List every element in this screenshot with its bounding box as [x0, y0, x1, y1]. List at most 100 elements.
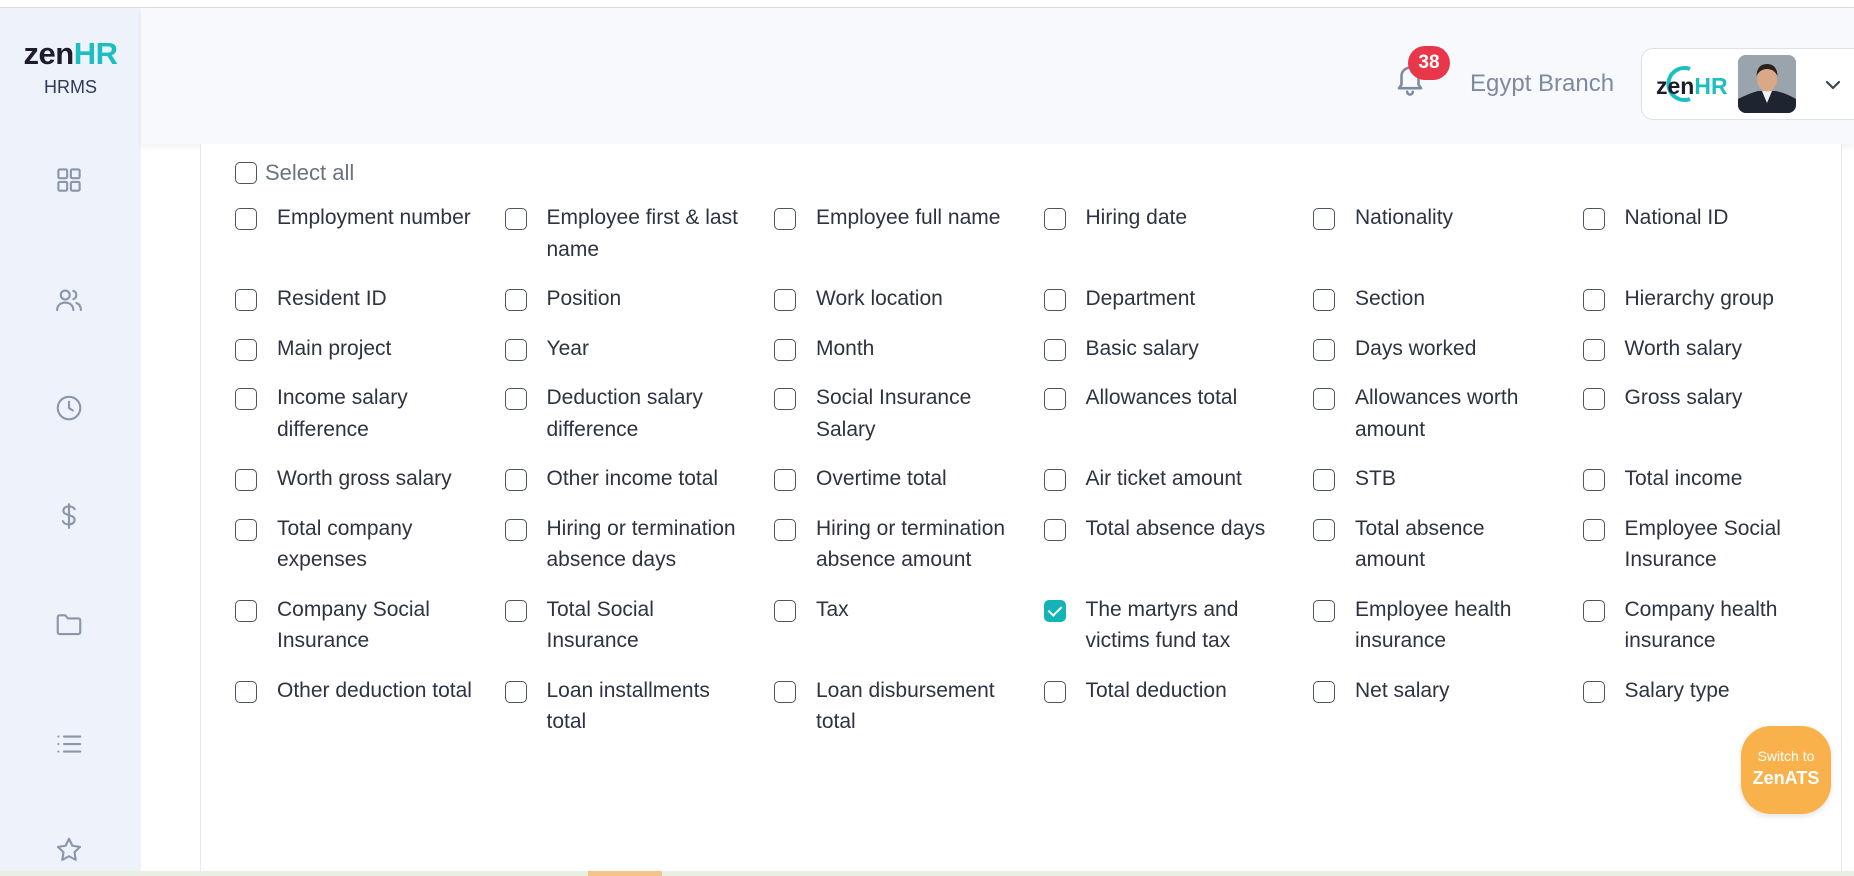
column-checkbox[interactable] — [774, 289, 796, 311]
column-checkbox[interactable] — [774, 388, 796, 410]
column-checkbox[interactable] — [1582, 680, 1605, 703]
column-checkbox[interactable] — [774, 680, 796, 703]
column-checkbox[interactable] — [774, 338, 796, 361]
sidebar-item-payroll[interactable] — [53, 500, 85, 532]
column-checkbox[interactable] — [235, 338, 257, 361]
column-option[interactable]: Section — [1313, 287, 1583, 315]
column-option[interactable]: Employee first & last name — [504, 206, 775, 265]
sidebar-item-reports[interactable] — [53, 728, 85, 760]
column-option[interactable]: Department — [1043, 287, 1314, 315]
select-all-option[interactable]: Select all — [235, 160, 354, 186]
column-checkbox[interactable] — [1582, 289, 1605, 311]
column-option[interactable]: Hiring or termination absence days — [504, 517, 775, 576]
sidebar-item-documents[interactable] — [53, 608, 85, 640]
column-option[interactable]: Days worked — [1313, 337, 1583, 365]
column-checkbox[interactable] — [1313, 680, 1335, 703]
column-option[interactable]: STB — [1313, 467, 1583, 495]
column-checkbox[interactable] — [1582, 388, 1605, 410]
sidebar-item-favorites[interactable] — [53, 834, 85, 866]
column-checkbox[interactable] — [235, 518, 257, 541]
column-option[interactable]: Allowances worth amount — [1313, 386, 1583, 445]
column-option[interactable]: Total Social Insurance — [504, 598, 775, 657]
column-option[interactable]: Total income — [1582, 467, 1853, 495]
column-checkbox[interactable] — [1313, 388, 1335, 410]
select-all-checkbox[interactable] — [235, 162, 257, 184]
column-option[interactable]: Year — [504, 337, 775, 365]
column-checkbox[interactable] — [504, 338, 527, 361]
column-checkbox[interactable] — [504, 518, 527, 541]
column-option[interactable]: Other deduction total — [235, 679, 505, 738]
column-checkbox[interactable] — [1043, 599, 1066, 622]
column-option[interactable]: Allowances total — [1043, 386, 1314, 445]
column-option[interactable]: Total absence days — [1043, 517, 1314, 576]
column-option[interactable]: Employee full name — [774, 206, 1044, 265]
branch-selector[interactable]: Egypt Branch — [1470, 70, 1614, 98]
column-option[interactable]: Company health insurance — [1582, 598, 1853, 657]
column-option[interactable]: Social Insurance Salary — [774, 386, 1044, 445]
app-logo[interactable]: zenHR HRMS — [0, 38, 141, 98]
column-checkbox[interactable] — [1313, 518, 1335, 541]
column-checkbox[interactable] — [235, 680, 257, 703]
column-checkbox[interactable] — [1313, 469, 1335, 491]
column-checkbox[interactable] — [235, 289, 257, 311]
column-option[interactable]: Deduction salary difference — [504, 386, 775, 445]
column-option[interactable]: Worth gross salary — [235, 467, 505, 495]
profile-dropdown-toggle[interactable] — [1823, 75, 1843, 95]
column-option[interactable]: Employment number — [235, 206, 505, 265]
column-option[interactable]: Hiring or termination absence amount — [774, 517, 1044, 576]
column-checkbox[interactable] — [504, 469, 527, 491]
column-checkbox[interactable] — [1313, 599, 1335, 622]
column-checkbox[interactable] — [1043, 469, 1066, 491]
column-option[interactable]: Worth salary — [1582, 337, 1853, 365]
column-option[interactable]: Net salary — [1313, 679, 1583, 738]
column-checkbox[interactable] — [1313, 338, 1335, 361]
column-checkbox[interactable] — [1582, 338, 1605, 361]
column-checkbox[interactable] — [1043, 208, 1066, 230]
column-option[interactable]: Resident ID — [235, 287, 505, 315]
notification-count-badge[interactable]: 38 — [1408, 46, 1450, 80]
column-checkbox[interactable] — [504, 680, 527, 703]
column-option[interactable]: Loan disbursement total — [774, 679, 1044, 738]
column-option[interactable]: Gross salary — [1582, 386, 1853, 445]
column-checkbox[interactable] — [774, 208, 796, 230]
column-checkbox[interactable] — [1582, 599, 1605, 622]
column-checkbox[interactable] — [235, 208, 257, 230]
column-checkbox[interactable] — [235, 469, 257, 491]
switch-to-zenats-button[interactable]: Switch to ZenATS — [1741, 726, 1831, 814]
column-checkbox[interactable] — [1582, 518, 1605, 541]
column-option[interactable]: The martyrs and victims fund tax — [1043, 598, 1314, 657]
column-option[interactable]: Tax — [774, 598, 1044, 657]
sidebar-item-dashboard[interactable] — [53, 164, 85, 196]
column-checkbox[interactable] — [1043, 680, 1066, 703]
column-option[interactable]: Overtime total — [774, 467, 1044, 495]
sidebar-item-attendance[interactable] — [53, 392, 85, 424]
column-checkbox[interactable] — [1043, 338, 1066, 361]
column-option[interactable]: Month — [774, 337, 1044, 365]
column-checkbox[interactable] — [504, 289, 527, 311]
column-option[interactable]: Employee health insurance — [1313, 598, 1583, 657]
column-option[interactable]: Hiring date — [1043, 206, 1314, 265]
column-option[interactable]: Other income total — [504, 467, 775, 495]
column-checkbox[interactable] — [504, 388, 527, 410]
column-checkbox[interactable] — [235, 599, 257, 622]
column-checkbox[interactable] — [1313, 289, 1335, 311]
column-option[interactable]: Basic salary — [1043, 337, 1314, 365]
column-checkbox[interactable] — [774, 518, 796, 541]
column-option[interactable]: Air ticket amount — [1043, 467, 1314, 495]
column-option[interactable]: Company Social Insurance — [235, 598, 505, 657]
column-option[interactable]: Loan installments total — [504, 679, 775, 738]
avatar[interactable] — [1738, 55, 1796, 113]
profile-menu[interactable]: zenHR — [1641, 48, 1854, 120]
column-checkbox[interactable] — [504, 599, 527, 622]
column-checkbox[interactable] — [1582, 208, 1605, 230]
column-option[interactable]: Total deduction — [1043, 679, 1314, 738]
column-option[interactable]: Employee Social Insurance — [1582, 517, 1853, 576]
column-option[interactable]: Total company expenses — [235, 517, 505, 576]
column-option[interactable]: National ID — [1582, 206, 1853, 265]
column-option[interactable]: Work location — [774, 287, 1044, 315]
column-checkbox[interactable] — [1313, 208, 1335, 230]
column-checkbox[interactable] — [1043, 388, 1066, 410]
column-checkbox[interactable] — [774, 469, 796, 491]
column-option[interactable]: Main project — [235, 337, 505, 365]
column-option[interactable]: Nationality — [1313, 206, 1583, 265]
